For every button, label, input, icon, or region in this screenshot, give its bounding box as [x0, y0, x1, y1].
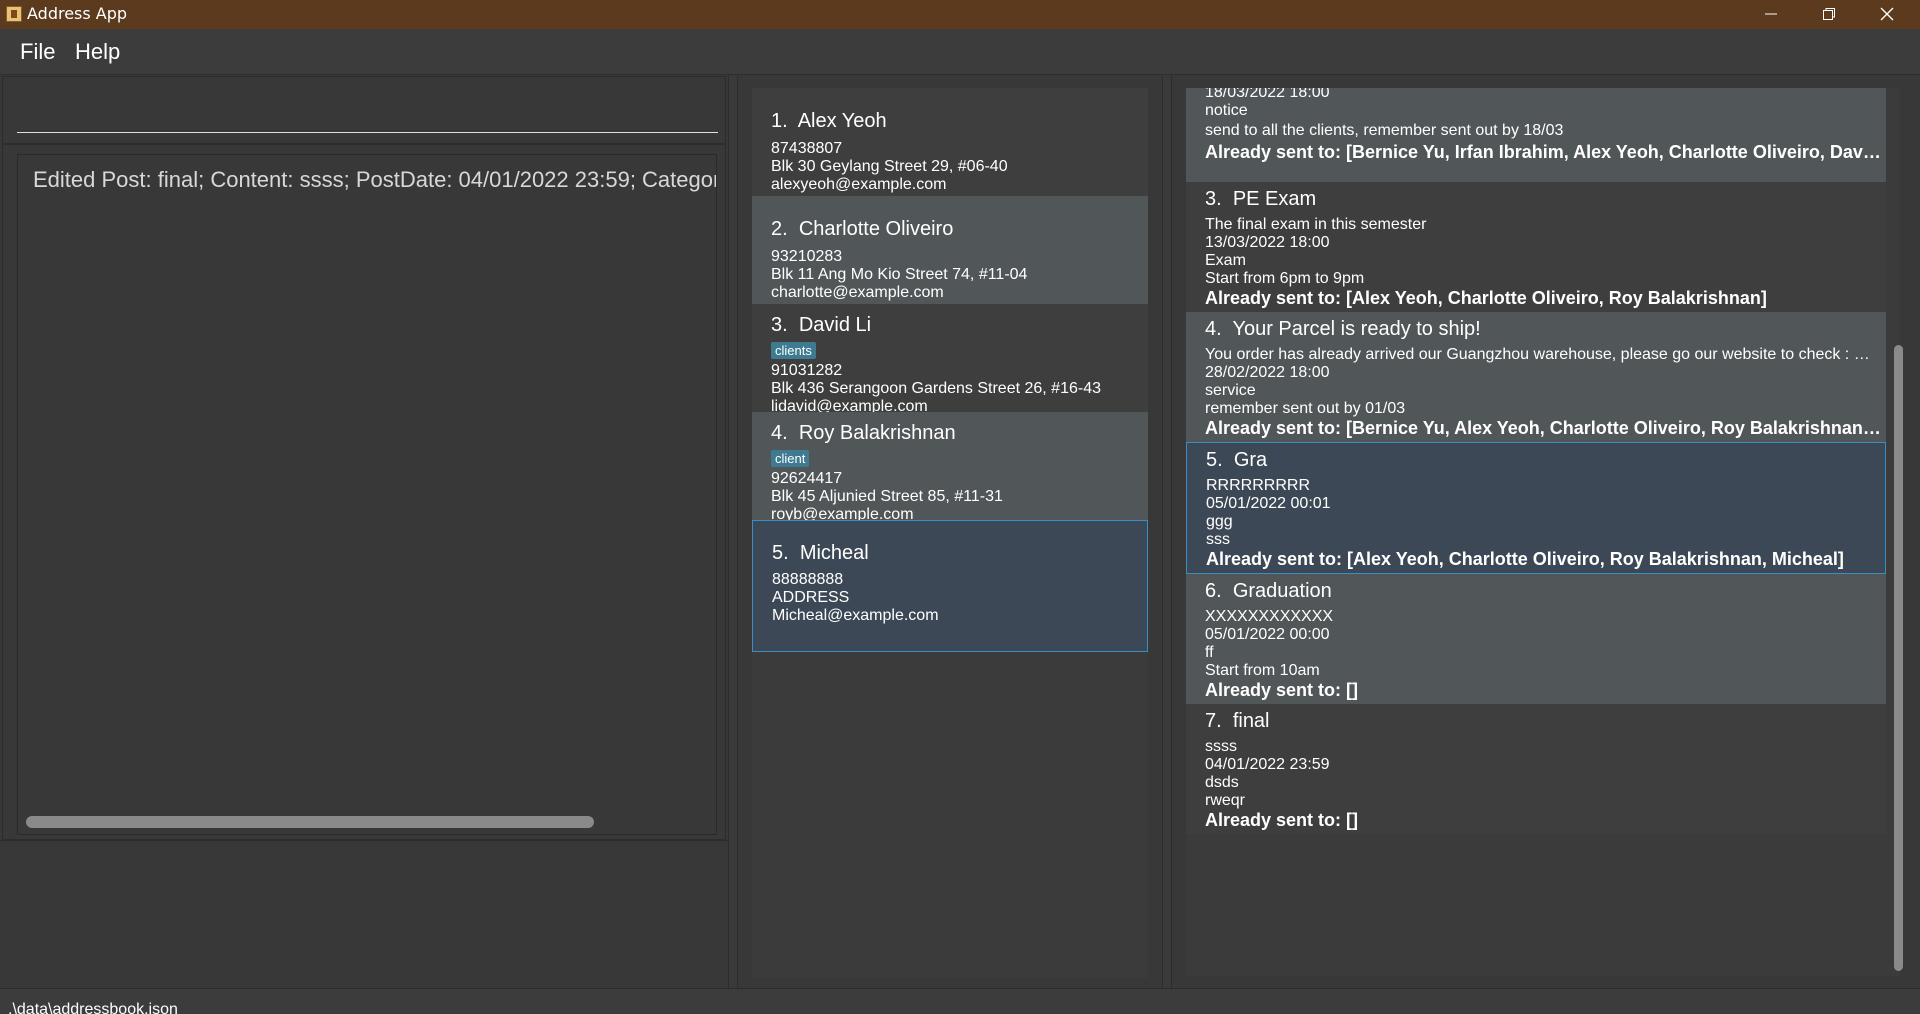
post-card[interactable]: 4. Your Parcel is ready to ship! You ord…: [1186, 312, 1886, 442]
result-display: Edited Post: final; Content: ssss; PostD…: [2, 144, 726, 840]
person-list[interactable]: 1. Alex Yeoh 87438807 Blk 30 Geylang Str…: [752, 88, 1148, 978]
window-title: Address App: [27, 4, 128, 23]
person-name: 5. Micheal: [772, 542, 869, 564]
person-tag: clients: [771, 342, 816, 359]
person-list-panel: 1. Alex Yeoh 87438807 Blk 30 Geylang Str…: [738, 76, 1162, 988]
command-box: [2, 76, 726, 144]
post-card[interactable]: 6. Graduation XXXXXXXXXXXX 05/01/2022 00…: [1186, 574, 1886, 704]
post-list-panel: 18/03/2022 18:00 notice send to all the …: [1172, 76, 1920, 988]
person-name: 2. Charlotte Oliveiro: [771, 218, 954, 240]
person-tag: client: [771, 450, 810, 467]
result-text-area[interactable]: Edited Post: final; Content: ssss; PostD…: [17, 154, 717, 835]
command-pane: Edited Post: final; Content: ssss; PostD…: [0, 76, 728, 988]
app-icon: [6, 6, 22, 22]
person-name: 1. Alex Yeoh: [771, 110, 887, 132]
post-card[interactable]: 18/03/2022 18:00 notice send to all the …: [1186, 88, 1886, 182]
person-card[interactable]: 2. Charlotte Oliveiro 93210283 Blk 11 An…: [752, 196, 1148, 304]
post-content: The final exam in this semester: [1205, 216, 1427, 233]
post-date: 05/01/2022 00:00: [1205, 626, 1330, 643]
post-category: notice: [1205, 102, 1248, 119]
menu-bar: File Help: [0, 29, 1920, 75]
post-title: 6. Graduation: [1205, 580, 1332, 602]
person-card[interactable]: 1. Alex Yeoh 87438807 Blk 30 Geylang Str…: [752, 88, 1148, 196]
post-category: dsds: [1205, 774, 1239, 791]
post-list[interactable]: 18/03/2022 18:00 notice send to all the …: [1186, 88, 1900, 976]
post-card-selected[interactable]: 5. Gra RRRRRRRRR 05/01/2022 00:01 ggg ss…: [1186, 442, 1886, 574]
person-name: 3. David Li: [771, 314, 872, 336]
post-sent-to: Already sent to: [Bernice Yu, Alex Yeoh,…: [1205, 418, 1885, 438]
person-address: Blk 11 Ang Mo Kio Street 74, #11-04: [771, 266, 1028, 283]
post-content: You order has already arrived our Guangz…: [1205, 346, 1875, 363]
person-name: 4. Roy Balakrishnan: [771, 422, 956, 444]
person-phone: 87438807: [771, 140, 843, 157]
person-phone: 88888888: [772, 571, 844, 588]
post-note: Start from 10am: [1205, 662, 1320, 679]
post-title: 4. Your Parcel is ready to ship!: [1205, 318, 1481, 340]
post-title: 5. Gra: [1206, 449, 1268, 471]
person-phone: 93210283: [771, 248, 843, 265]
post-category: service: [1205, 382, 1256, 399]
post-date: 28/02/2022 18:00: [1205, 364, 1330, 381]
post-sent-to: Already sent to: []: [1205, 680, 1359, 700]
post-date: 18/03/2022 18:00: [1205, 88, 1330, 101]
post-sent-to: Already sent to: []: [1205, 810, 1359, 830]
result-message: Edited Post: final; Content: ssss; PostD…: [33, 167, 717, 192]
post-card[interactable]: 3. PE Exam The final exam in this semest…: [1186, 182, 1886, 312]
post-note: send to all the clients, remember sent o…: [1205, 122, 1564, 139]
post-category: Exam: [1205, 252, 1246, 269]
person-address: Blk 30 Geylang Street 29, #06-40: [771, 158, 1008, 175]
post-date: 04/01/2022 23:59: [1205, 756, 1330, 773]
person-card-selected[interactable]: 5. Micheal 88888888 ADDRESS Micheal@exam…: [752, 520, 1148, 652]
post-content: ssss: [1205, 738, 1237, 755]
person-email: alexyeoh@example.com: [771, 176, 947, 193]
person-address: Blk 45 Aljunied Street 85, #11-31: [771, 488, 1003, 505]
horizontal-scrollbar[interactable]: [22, 816, 712, 828]
horizontal-scroll-thumb[interactable]: [26, 816, 594, 828]
person-address: Blk 436 Serangoon Gardens Street 26, #16…: [771, 380, 1101, 397]
post-content: XXXXXXXXXXXX: [1205, 608, 1334, 625]
restore-button[interactable]: [1800, 0, 1858, 29]
post-note: rweqr: [1205, 792, 1246, 809]
vertical-scroll-thumb[interactable]: [1894, 345, 1903, 971]
vertical-scrollbar[interactable]: [1892, 88, 1904, 976]
command-input[interactable]: [17, 89, 718, 133]
post-note: Start from 6pm to 9pm: [1205, 270, 1365, 287]
empty-panel: [0, 840, 728, 988]
person-address: ADDRESS: [772, 589, 850, 606]
person-card[interactable]: 4. Roy Balakrishnan client 92624417 Blk …: [752, 412, 1148, 523]
person-phone: 91031282: [771, 362, 843, 379]
post-content: RRRRRRRRR: [1206, 477, 1310, 494]
post-title: 3. PE Exam: [1205, 188, 1317, 210]
split-divider[interactable]: [728, 76, 738, 988]
post-date: 05/01/2022 00:01: [1206, 495, 1331, 512]
split-divider[interactable]: [1162, 76, 1172, 988]
post-title: 7. final: [1205, 710, 1270, 732]
person-card[interactable]: 3. David Li clients 91031282 Blk 436 Ser…: [752, 304, 1148, 415]
address-app-window: Address App File Help Edited Post: final…: [0, 0, 1920, 1014]
post-note: remember sent out by 01/03: [1205, 400, 1406, 417]
post-sent-to: Already sent to: [Bernice Yu, Irfan Ibra…: [1205, 142, 1885, 162]
menu-help[interactable]: Help: [75, 39, 120, 65]
person-phone: 92624417: [771, 470, 843, 487]
post-date: 13/03/2022 18:00: [1205, 234, 1330, 251]
restore-icon: [1823, 8, 1835, 20]
post-sent-to: Already sent to: [Alex Yeoh, Charlotte O…: [1206, 549, 1844, 569]
menu-file[interactable]: File: [20, 39, 55, 65]
post-category: ggg: [1206, 513, 1233, 530]
minimize-button[interactable]: [1742, 0, 1800, 29]
person-email: charlotte@example.com: [771, 284, 944, 301]
person-email: Micheal@example.com: [772, 607, 939, 624]
post-note: sss: [1206, 531, 1230, 548]
close-icon: [1880, 7, 1894, 21]
status-bar: .\data\addressbook.json: [0, 988, 1920, 1014]
post-category: ff: [1205, 644, 1214, 661]
post-card[interactable]: 7. final ssss 04/01/2022 23:59 dsds rweq…: [1186, 704, 1886, 834]
close-button[interactable]: [1858, 0, 1916, 29]
save-location: .\data\addressbook.json: [8, 1001, 178, 1014]
post-sent-to: Already sent to: [Alex Yeoh, Charlotte O…: [1205, 288, 1767, 308]
minimize-icon: [1765, 13, 1777, 15]
title-bar: Address App: [0, 0, 1920, 29]
